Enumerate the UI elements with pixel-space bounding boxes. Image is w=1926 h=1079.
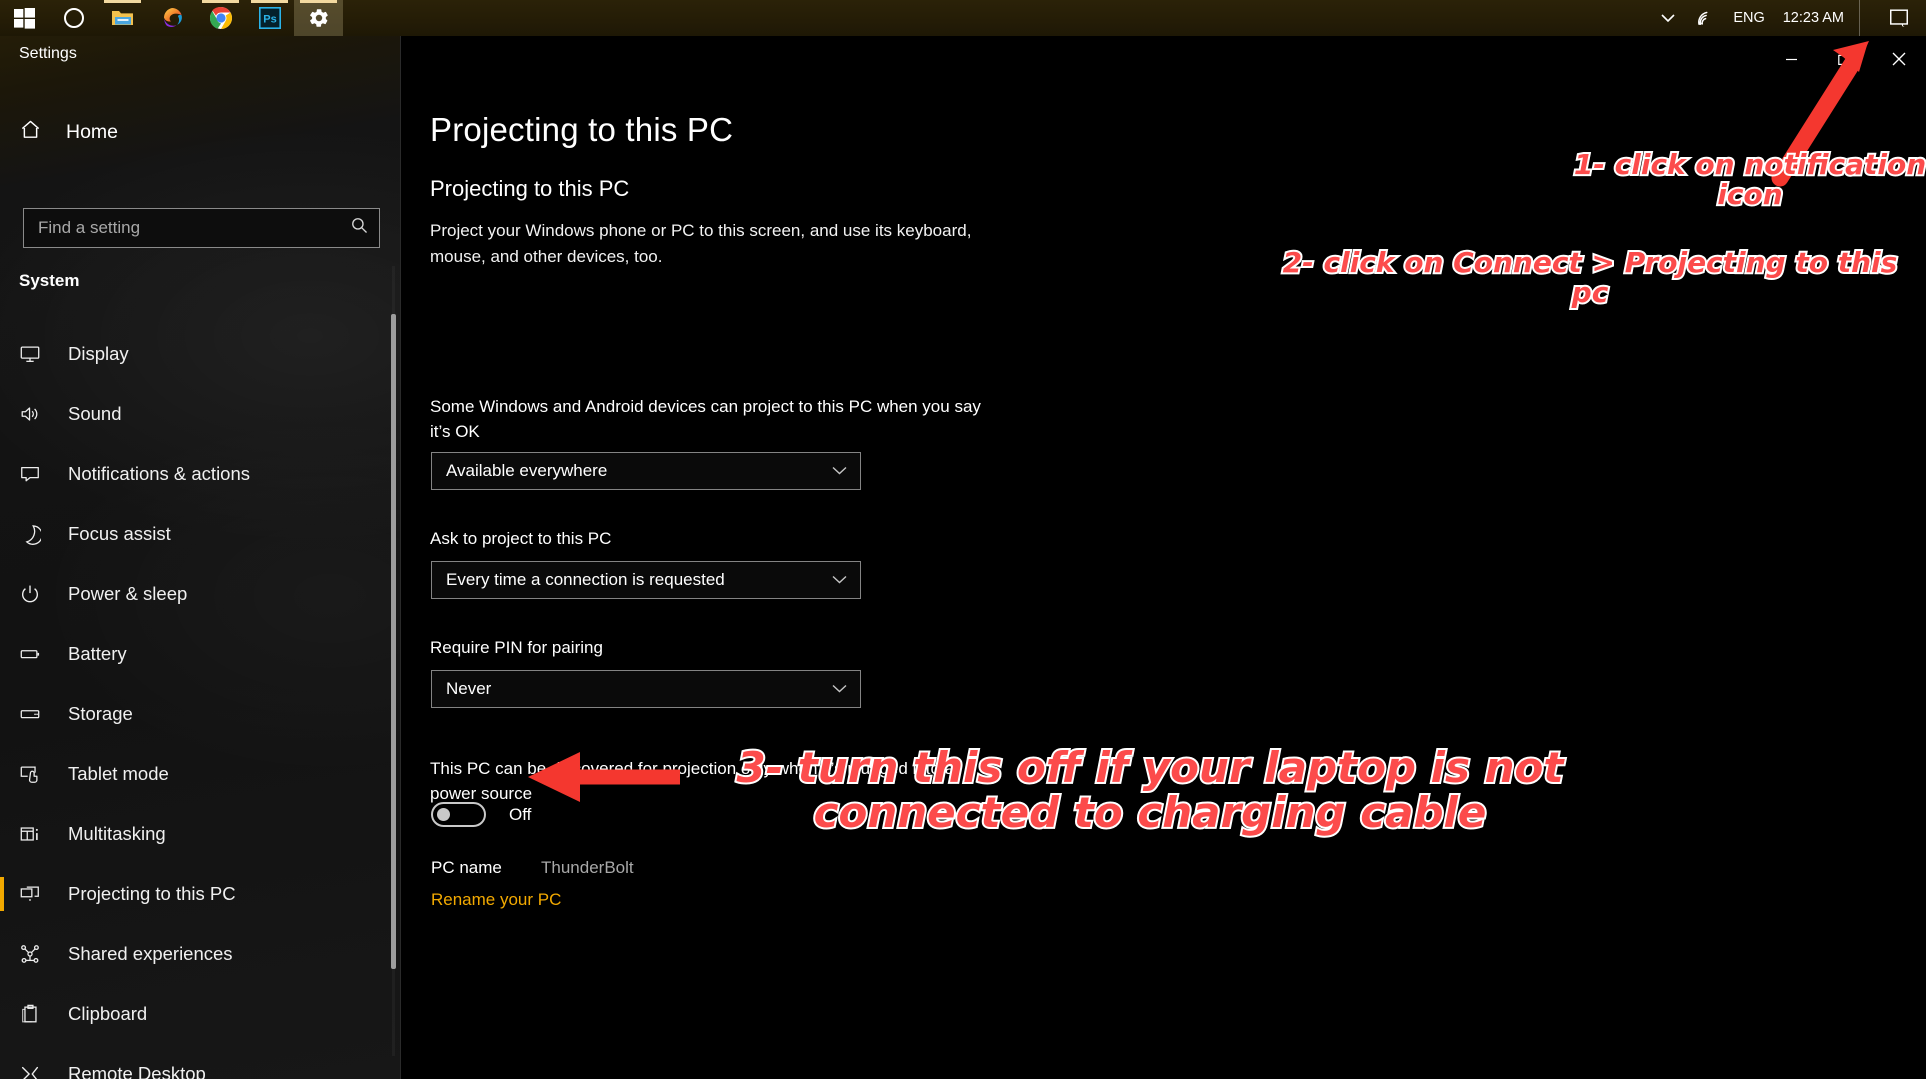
screen: Ps ENG 12:23 AM Settings Home Find a set… [0, 0, 1926, 1079]
annotation-step-1: 1- click on notification icon [1572, 147, 1926, 212]
annotation-step-3: 3- turn this off if your laptop is not c… [735, 743, 1566, 838]
annotation-step-2: 2- click on Connect > Projecting to this… [1281, 245, 1900, 310]
